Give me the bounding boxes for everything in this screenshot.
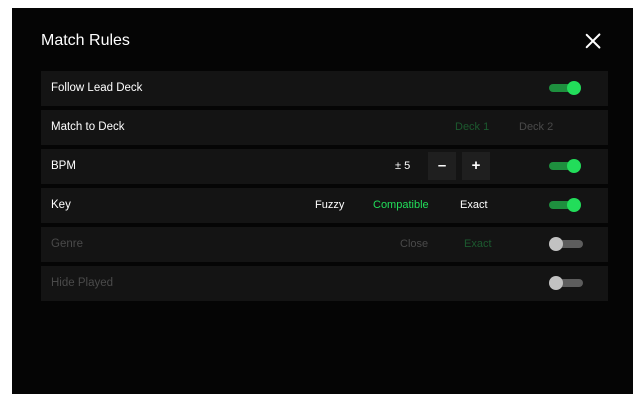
key-compatible-option[interactable]: Compatible (373, 199, 429, 211)
row-follow-lead-deck: Follow Lead Deck (41, 71, 608, 106)
genre-exact-option[interactable]: Exact (464, 238, 492, 250)
toggle-knob (567, 159, 581, 173)
toggle-knob (549, 276, 563, 290)
genre-label: Genre (51, 238, 83, 250)
follow-lead-deck-label: Follow Lead Deck (51, 82, 143, 94)
genre-close-option[interactable]: Close (400, 238, 428, 250)
dialog-title: Match Rules (41, 32, 130, 49)
row-bpm: BPM ± 5 – + (41, 149, 608, 184)
bpm-toggle[interactable] (549, 159, 583, 174)
toggle-knob (549, 237, 563, 251)
row-match-to-deck: Match to Deck Deck 1 Deck 2 (41, 110, 608, 145)
match-rules-dialog: Match Rules Follow Lead Deck Match to De… (12, 8, 633, 394)
key-label: Key (51, 199, 71, 211)
close-icon[interactable] (584, 32, 602, 50)
row-genre: Genre Close Exact (41, 227, 608, 262)
follow-lead-deck-toggle[interactable] (549, 81, 583, 96)
hide-played-toggle[interactable] (549, 276, 583, 291)
bpm-label: BPM (51, 160, 76, 172)
genre-toggle[interactable] (549, 237, 583, 252)
toggle-knob (567, 198, 581, 212)
key-exact-option[interactable]: Exact (460, 199, 488, 211)
key-toggle[interactable] (549, 198, 583, 213)
key-fuzzy-option[interactable]: Fuzzy (315, 199, 344, 211)
bpm-decrease-button[interactable]: – (428, 152, 456, 180)
match-to-deck-label: Match to Deck (51, 121, 125, 133)
deck-1-option[interactable]: Deck 1 (455, 121, 489, 133)
toggle-knob (567, 81, 581, 95)
row-hide-played: Hide Played (41, 266, 608, 301)
deck-2-option[interactable]: Deck 2 (519, 121, 553, 133)
row-key: Key Fuzzy Compatible Exact (41, 188, 608, 223)
bpm-range-value: ± 5 (395, 160, 411, 172)
bpm-increase-button[interactable]: + (462, 152, 490, 180)
hide-played-label: Hide Played (51, 277, 114, 289)
